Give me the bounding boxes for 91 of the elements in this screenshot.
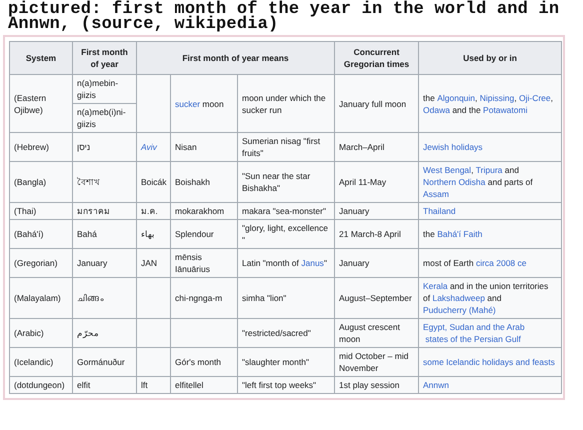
table-cell: most of Earth circa 2008 ce: [418, 248, 562, 278]
column-header: Concurrent Gregorian times: [334, 42, 419, 74]
table-cell: (Malayalam): [10, 278, 72, 318]
table-cell: Splendour: [170, 220, 238, 248]
table-cell: (dotdungeon): [10, 376, 72, 394]
link[interactable]: Northern Odisha: [423, 176, 486, 188]
table-cell: January: [334, 202, 419, 220]
link[interactable]: Bahá'í Faith: [437, 228, 482, 240]
table-cell: Sumerian nisag "first fruits": [238, 132, 335, 162]
link[interactable]: Lakshadweep: [432, 292, 485, 304]
link[interactable]: feasts: [532, 356, 555, 368]
table-cell: (Gregorian): [10, 248, 72, 278]
table-cell: Gór's month: [170, 348, 238, 376]
table-cell: elfitellel: [170, 376, 238, 394]
table-cell: Latin "month of Janus": [238, 248, 335, 278]
table-cell: Nisan: [170, 132, 238, 162]
table-cell: ניסן: [72, 132, 136, 162]
caption-text: Annwn, (source, wikipedia): [8, 17, 280, 32]
table-cell: sucker moon: [170, 74, 238, 132]
table-cell: March–April: [334, 132, 419, 162]
column-header: Used by or in: [418, 42, 562, 74]
table-cell: Gormánuður: [72, 348, 136, 376]
table-cell: محرّم: [72, 318, 136, 348]
table-cell: January: [72, 248, 136, 278]
table-cell: January: [334, 248, 419, 278]
table-cell: ചിങ്ങം: [72, 278, 136, 318]
table-cell: "glory, light, excellence ": [238, 220, 335, 248]
table-cell: n(a)mebin-giizis: [72, 74, 136, 104]
table-cell: JAN: [136, 248, 170, 278]
column-header: First month of year means: [136, 42, 335, 74]
table-cell: বৈশাখ: [72, 162, 136, 202]
column-header: System: [10, 42, 72, 74]
table-cell: April 11-May: [334, 162, 419, 202]
link[interactable]: Aviv: [141, 141, 157, 153]
table-cell: "left first top weeks": [238, 376, 335, 394]
table-cell: ม.ค.: [136, 202, 170, 220]
link[interactable]: some Icelandic holidays and: [423, 356, 530, 368]
table-cell: Bahá: [72, 220, 136, 248]
table-cell: (Eastern Ojibwe): [10, 74, 72, 132]
table-cell: West Bengal, Tripura and Northern Odisha and parts of Assam: [418, 162, 562, 202]
table-cell: chi-ngnga-m: [170, 278, 238, 318]
table-cell: August crescent moon: [334, 318, 419, 348]
table-cell: n(a)meb(i)ni-giizis: [72, 104, 136, 132]
link[interactable]: Jewish holidays: [423, 141, 483, 153]
table-cell: (Icelandic): [10, 348, 72, 376]
link[interactable]: Kerala: [423, 280, 448, 292]
table-cell: (Bahá'í): [10, 220, 72, 248]
table-cell: mid October – mid November: [334, 348, 419, 376]
table-cell: (Arabic): [10, 318, 72, 348]
link[interactable]: Egypt, Sudan and the Arab: [423, 321, 525, 333]
link[interactable]: Potawatomi: [483, 104, 528, 116]
table-cell: มกราคม: [72, 202, 136, 220]
link[interactable]: Oji-Cree: [518, 92, 551, 104]
table-cell: (Thai): [10, 202, 72, 220]
link[interactable]: Tripura: [476, 164, 502, 176]
column-header: First month of year: [72, 42, 136, 74]
table-cell: Kerala and in the union territories of Lakshadweep and Puducherry (Mahé): [418, 278, 562, 318]
caption-text: pictured: first month of the year in the world and in: [8, 2, 560, 17]
link[interactable]: Puducherry (Mahé): [423, 304, 496, 316]
table-cell: (Bangla): [10, 162, 72, 202]
table-cell: "slaughter month": [238, 348, 335, 376]
table-cell: 21 March-8 April: [334, 220, 419, 248]
table-cell: August–September: [334, 278, 419, 318]
table-cell: بهاء: [136, 220, 170, 248]
link[interactable]: Assam: [423, 188, 449, 200]
table-cell: the Algonquin, Nipissing, Oji-Cree, Odawa and the Potawatomi: [418, 74, 562, 132]
table-cell: "Sun near the star Bishakha": [238, 162, 335, 202]
table-cell: Boishakh: [170, 162, 238, 202]
table-cell: January full moon: [334, 74, 419, 132]
table-cell: simha "lion": [238, 278, 335, 318]
table-cell: makara "sea-monster": [238, 202, 335, 220]
table-cell: elfit: [72, 376, 136, 394]
link[interactable]: West Bengal: [423, 164, 472, 176]
link[interactable]: Janus: [301, 257, 324, 269]
link[interactable]: Nipissing: [480, 92, 514, 104]
link[interactable]: Odawa: [423, 104, 450, 116]
link[interactable]: states of the Persian Gulf: [425, 333, 521, 345]
link[interactable]: sucker: [175, 98, 200, 110]
table-cell: (Hebrew): [10, 132, 72, 162]
table-cell: moon under which the sucker run: [238, 74, 335, 132]
table-cell: the Bahá'í Faith: [418, 220, 562, 248]
link[interactable]: Annwn: [423, 379, 450, 391]
table-cell: Boicák: [136, 162, 170, 202]
table-cell: "restricted/sacred": [238, 318, 335, 348]
link[interactable]: Algonquin: [437, 92, 476, 104]
table-cell: 1st play session: [334, 376, 419, 394]
link[interactable]: Thailand: [423, 205, 456, 217]
table-cell: mokarakhom: [170, 202, 238, 220]
table-cell: lft: [136, 376, 170, 394]
link[interactable]: circa 2008 ce: [476, 257, 526, 269]
table-cell: mēnsis Iānuārius: [170, 248, 238, 278]
